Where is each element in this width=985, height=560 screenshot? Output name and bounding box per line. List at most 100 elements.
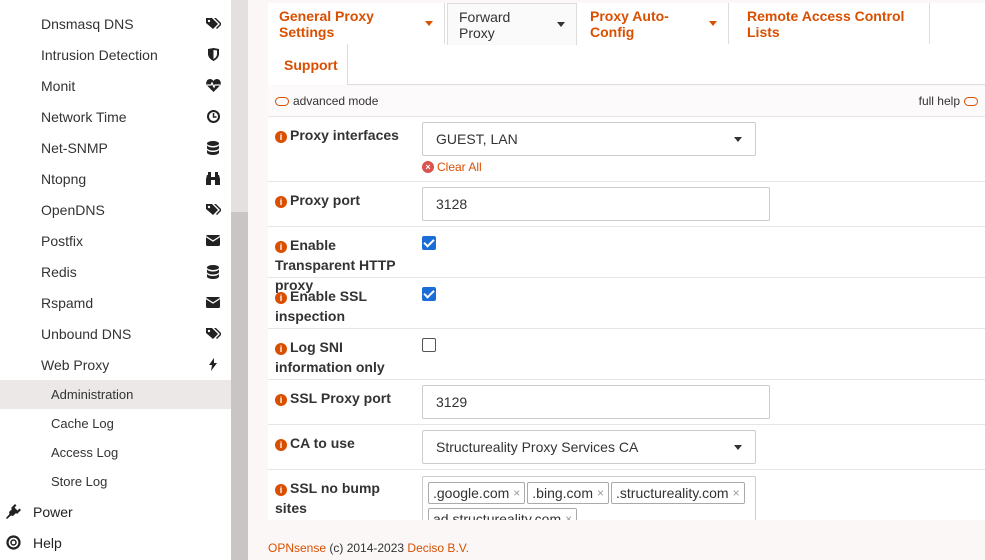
sidebar-item-help[interactable]: Help <box>0 527 231 558</box>
info-icon[interactable]: i <box>275 241 287 253</box>
caret-down-icon <box>734 445 742 450</box>
ca-select[interactable]: Structureality Proxy Services CA <box>422 430 756 464</box>
sidebar-item-intrusion-detection[interactable]: Intrusion Detection <box>0 39 231 70</box>
toggle-off-icon <box>275 96 289 106</box>
no-bump-sites-tag-input[interactable]: .google.com × .bing.com × .structureality.co… <box>422 476 756 520</box>
sidebar-item-label: Network Time <box>41 108 127 125</box>
caret-down-icon <box>557 22 565 27</box>
info-icon[interactable]: i <box>275 343 287 355</box>
sidebar-scrollbar-thumb[interactable] <box>231 212 248 560</box>
tab-label: Proxy Auto-Config <box>590 7 669 40</box>
sidebar-item-web-proxy[interactable]: Web Proxy <box>0 349 231 380</box>
ssl-inspection-checkbox[interactable] <box>422 287 436 301</box>
tab-label: Support <box>284 56 338 73</box>
sidebar-item-ntopng[interactable]: Ntopng <box>0 163 231 194</box>
sidebar-item-network-time[interactable]: Network Time <box>0 101 231 132</box>
tags-icon <box>205 202 221 218</box>
sidebar-item-redis[interactable]: Redis <box>0 256 231 287</box>
opnsense-link[interactable]: OPNsense <box>268 541 326 555</box>
info-icon[interactable]: i <box>275 196 287 208</box>
field-label-text: Proxy port <box>290 192 361 208</box>
sidebar: Dnsmasq DNS Intrusion Detection Monit Ne… <box>0 0 248 560</box>
tab-support[interactable]: Support <box>268 44 348 85</box>
sidebar-item-label: Ntopng <box>41 170 87 187</box>
sidebar-item-power[interactable]: Power <box>0 496 231 527</box>
caret-down-icon <box>709 21 717 26</box>
sidebar-subitem-cache-log[interactable]: Cache Log <box>0 409 231 438</box>
row-proxy-interfaces: i Proxy interfaces GUEST, LAN × Clear All <box>268 117 985 182</box>
log-sni-checkbox[interactable] <box>422 338 436 352</box>
sidebar-item-opendns[interactable]: OpenDNS <box>0 194 231 225</box>
info-icon[interactable]: i <box>275 292 287 304</box>
clear-all-label: Clear All <box>437 160 482 174</box>
info-icon[interactable]: i <box>275 484 287 496</box>
field-label: i Enable SSL inspection <box>275 286 415 326</box>
row-transparent-proxy: i Enable Transparent HTTP proxy <box>268 227 985 293</box>
sidebar-subitem-access-log[interactable]: Access Log <box>0 438 231 467</box>
remove-tag-icon[interactable]: × <box>565 512 572 520</box>
proxy-interfaces-select[interactable]: GUEST, LAN <box>422 122 756 156</box>
sidebar-item-label: Intrusion Detection <box>41 46 158 63</box>
ssl-proxy-port-input[interactable]: 3129 <box>422 385 770 419</box>
tag-item: .structureality.com × <box>611 482 745 504</box>
row-log-sni: i Log SNI information only <box>268 329 985 380</box>
remove-tag-icon[interactable]: × <box>513 486 520 500</box>
info-icon[interactable]: i <box>275 439 287 451</box>
remove-tag-icon[interactable]: × <box>733 486 740 500</box>
sidebar-subitem-label: Store Log <box>51 474 108 489</box>
tag-label: .bing.com <box>532 485 593 501</box>
sidebar-item-postfix[interactable]: Postfix <box>0 225 231 256</box>
sidebar-item-label: Redis <box>41 263 77 280</box>
tag-item: .bing.com × <box>527 482 610 504</box>
deciso-link[interactable]: Deciso B.V. <box>407 541 469 555</box>
row-ca-to-use: i CA to use Structureality Proxy Services… <box>268 425 985 470</box>
select-value: Structureality Proxy Services CA <box>436 439 639 455</box>
tag-item: ad.structureality.com × <box>428 508 578 520</box>
sidebar-item-rspamd[interactable]: Rspamd <box>0 287 231 318</box>
envelope-icon <box>205 295 221 311</box>
remove-tag-icon[interactable]: × <box>597 486 604 500</box>
clock-icon <box>205 109 221 125</box>
sidebar-item-label: Unbound DNS <box>41 325 132 342</box>
sidebar-item-dnsmasq[interactable]: Dnsmasq DNS <box>0 8 231 39</box>
field-label: i CA to use <box>275 433 415 453</box>
main-content: General Proxy Settings Forward Proxy Pro… <box>248 0 985 560</box>
sidebar-subitem-administration[interactable]: Administration <box>0 380 231 409</box>
sidebar-subitem-store-log[interactable]: Store Log <box>0 467 231 496</box>
proxy-port-input[interactable]: 3128 <box>422 187 770 221</box>
sidebar-item-label: Rspamd <box>41 294 94 311</box>
tag-label: ad.structureality.com <box>433 511 562 520</box>
full-help-toggle[interactable]: full help <box>919 94 978 108</box>
footer-copyright: (c) 2014-2023 <box>326 541 408 555</box>
field-label: i Log SNI information only <box>275 337 415 377</box>
field-label-text: Proxy interfaces <box>290 127 399 143</box>
sidebar-item-label: OpenDNS <box>41 201 105 218</box>
tab-remote-access-control-lists[interactable]: Remote Access Control Lists <box>731 3 930 44</box>
tab-forward-proxy[interactable]: Forward Proxy <box>447 3 577 45</box>
tab-bar: General Proxy Settings Forward Proxy Pro… <box>268 3 985 85</box>
sidebar-item-label: Dnsmasq DNS <box>41 15 134 32</box>
field-label-text: SSL Proxy port <box>290 390 391 406</box>
info-icon[interactable]: i <box>275 131 287 143</box>
caret-down-icon <box>734 137 742 142</box>
sidebar-item-unbound-dns[interactable]: Unbound DNS <box>0 318 231 349</box>
binoculars-icon <box>205 171 221 187</box>
tab-proxy-auto-config[interactable]: Proxy Auto-Config <box>579 3 729 44</box>
tab-general-proxy-settings[interactable]: General Proxy Settings <box>268 3 445 44</box>
tags-icon <box>205 326 221 342</box>
advanced-mode-toggle[interactable]: advanced mode <box>275 94 378 108</box>
tab-label: Forward Proxy <box>459 8 511 41</box>
bolt-icon <box>205 357 221 373</box>
caret-down-icon <box>425 21 433 26</box>
clear-all-link[interactable]: × Clear All <box>422 160 482 174</box>
sidebar-item-label: Power <box>33 503 73 520</box>
select-value: GUEST, LAN <box>436 131 518 147</box>
sidebar-item-net-snmp[interactable]: Net-SNMP <box>0 132 231 163</box>
row-ssl-proxy-port: i SSL Proxy port 3129 <box>268 380 985 425</box>
transparent-proxy-checkbox[interactable] <box>422 236 436 250</box>
info-icon[interactable]: i <box>275 394 287 406</box>
sidebar-subitem-label: Access Log <box>51 445 119 460</box>
field-label-text: CA to use <box>290 435 355 451</box>
field-label-text: Log SNI information only <box>275 339 385 375</box>
sidebar-item-monit[interactable]: Monit <box>0 70 231 101</box>
